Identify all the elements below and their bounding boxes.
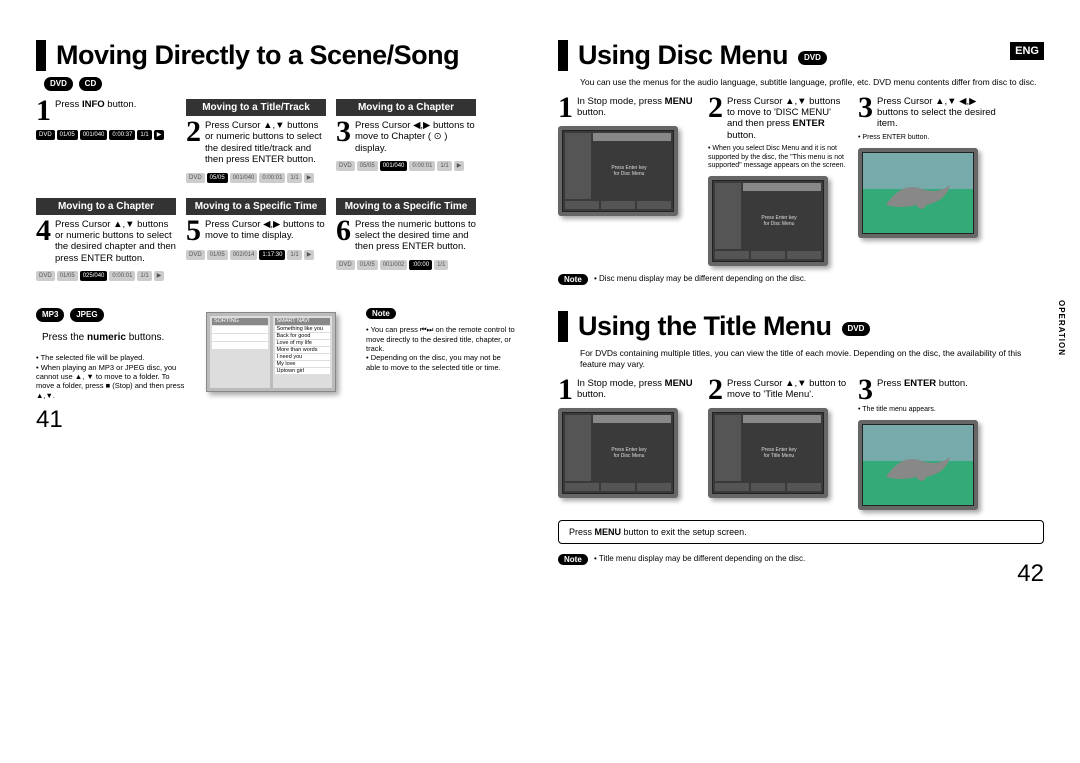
step-1-infobar: DVD01/05001/0400:00:371/1▶ bbox=[36, 129, 176, 141]
mp3-instruction: Press the numeric buttons. bbox=[42, 332, 186, 343]
title-intro: For DVDs containing multiple titles, you… bbox=[580, 348, 1044, 369]
tv-thumb-dolphin bbox=[858, 420, 978, 510]
step-4-num: 4 bbox=[36, 219, 51, 243]
tv-thumb-dolphin bbox=[858, 148, 978, 238]
badge-dvd: DVD bbox=[44, 77, 73, 91]
page-right: ENG OPERATION Using Disc Menu DVD You ca… bbox=[558, 40, 1044, 588]
badge-cd: CD bbox=[79, 77, 103, 91]
step-3-infobar: DVD05/05001/0400:00:011/1▶ bbox=[336, 160, 476, 172]
dolphin-icon bbox=[874, 441, 962, 489]
disc-intro: You can use the menus for the audio lang… bbox=[580, 77, 1044, 88]
mp3-footnotes: The selected file will be played. When p… bbox=[36, 353, 186, 400]
step-6: Moving to a Specific Time 6 Press the nu… bbox=[336, 198, 476, 283]
step-5-header: Moving to a Specific Time bbox=[186, 198, 326, 215]
badge-dvd-title: DVD bbox=[842, 322, 871, 336]
step-2: Moving to a Title/Track 2 Press Cursor ▲… bbox=[186, 99, 326, 184]
disc-steps: 1 In Stop mode, press MENU button. Press… bbox=[558, 96, 1044, 267]
heading-text: Moving Directly to a Scene/Song bbox=[56, 40, 459, 71]
tv-thumb-dark: Press Enter key for Disc Menu bbox=[558, 126, 678, 216]
step-4-header: Moving to a Chapter bbox=[36, 198, 176, 215]
step-3-text: Press Cursor ◀,▶ buttons to move to Chap… bbox=[355, 120, 476, 154]
disc-step-1: 1 In Stop mode, press MENU button. Press… bbox=[558, 96, 698, 267]
badge-dvd-right: DVD bbox=[798, 51, 827, 65]
mp3-section: MP3 JPEG Press the numeric buttons. The … bbox=[36, 308, 522, 400]
disc-subnote-3: • Press ENTER button. bbox=[858, 134, 998, 142]
side-tab-operation: OPERATION bbox=[1057, 300, 1066, 356]
step-2-header: Moving to a Title/Track bbox=[186, 99, 326, 116]
badge-mp3: MP3 bbox=[36, 308, 64, 322]
step-2-infobar: DVD05/05001/0400:00:011/1▶ bbox=[186, 172, 326, 184]
tv-thumb-dark: Press Enter key for Disc Menu bbox=[708, 176, 828, 266]
disc-step-3: 3 Press Cursor ▲,▼ ◀,▶ buttons to select… bbox=[858, 96, 998, 267]
step-6-text: Press the numeric buttons to select the … bbox=[355, 219, 476, 253]
step-3-num: 3 bbox=[336, 120, 351, 144]
step-3-header: Moving to a Chapter bbox=[336, 99, 476, 116]
heading-title-text: Using the Title Menu bbox=[578, 311, 832, 342]
dolphin-icon bbox=[874, 169, 962, 217]
format-badges: DVD CD bbox=[44, 77, 522, 91]
tv-thumb-dark: Press Enter key for Disc Menu bbox=[558, 408, 678, 498]
page-left: Moving Directly to a Scene/Song DVD CD 1… bbox=[36, 40, 522, 588]
lang-badge: ENG bbox=[1010, 42, 1044, 60]
note-bullets: You can press ⏮⏭ on the remote control t… bbox=[366, 325, 516, 372]
heading-disc-menu: Using Disc Menu DVD bbox=[558, 40, 1044, 71]
step-1: 1 Press INFO button. DVD01/05001/0400:00… bbox=[36, 99, 176, 184]
heading-title-menu: Using the Title Menu DVD bbox=[558, 311, 1044, 342]
step-1-num: 1 bbox=[36, 99, 51, 123]
disc-subnote-2: • When you select Disc Menu and it is no… bbox=[708, 145, 848, 170]
step-6-num: 6 bbox=[336, 219, 351, 243]
step-5: Moving to a Specific Time 5 Press Cursor… bbox=[186, 198, 326, 283]
step-5-num: 5 bbox=[186, 219, 201, 243]
page-number-right: 42 bbox=[1017, 560, 1044, 588]
title-step-2: 2 Press Cursor ▲,▼ button to move to 'Ti… bbox=[708, 378, 848, 510]
exit-instruction-box: Press MENU button to exit the setup scre… bbox=[558, 520, 1044, 544]
steps-row-2: Moving to a Chapter 4 Press Cursor ▲,▼ b… bbox=[36, 198, 522, 283]
step-4-text: Press Cursor ▲,▼ buttons or numeric butt… bbox=[55, 219, 176, 265]
badge-jpeg: JPEG bbox=[70, 308, 103, 322]
step-6-header: Moving to a Specific Time bbox=[336, 198, 476, 215]
title-bottom-note: Note • Title menu display may be differe… bbox=[558, 554, 805, 565]
step-3: Moving to a Chapter 3 Press Cursor ◀,▶ b… bbox=[336, 99, 476, 184]
step-2-text: Press Cursor ▲,▼ buttons or numeric butt… bbox=[205, 120, 326, 166]
heading-left: Moving Directly to a Scene/Song bbox=[36, 40, 522, 71]
disc-bottom-note: Note • Disc menu display may be differen… bbox=[558, 274, 1044, 285]
step-4: Moving to a Chapter 4 Press Cursor ▲,▼ b… bbox=[36, 198, 176, 283]
disc-step-2: 2 Press Cursor ▲,▼ buttons to move to 'D… bbox=[708, 96, 848, 267]
title-step-3: 3 Press ENTER button. • The title menu a… bbox=[858, 378, 998, 510]
page-number-left: 41 bbox=[36, 406, 522, 434]
title-steps: 1 In Stop mode, press MENU button. Press… bbox=[558, 378, 1044, 510]
heading-disc-text: Using Disc Menu bbox=[578, 40, 788, 71]
title-step-1: 1 In Stop mode, press MENU button. Press… bbox=[558, 378, 698, 510]
steps-row-1: 1 Press INFO button. DVD01/05001/0400:00… bbox=[36, 99, 522, 184]
step-5-text: Press Cursor ◀,▶ buttons to move to time… bbox=[205, 219, 326, 242]
playlist-thumb: SORTING SMART NAVI Something like you Ba… bbox=[206, 312, 336, 392]
tv-thumb-dark: Press Enter key for Title Menu bbox=[708, 408, 828, 498]
step-1-text: Press INFO button. bbox=[55, 99, 136, 110]
note-label: Note bbox=[366, 308, 396, 319]
step-2-num: 2 bbox=[186, 120, 201, 144]
